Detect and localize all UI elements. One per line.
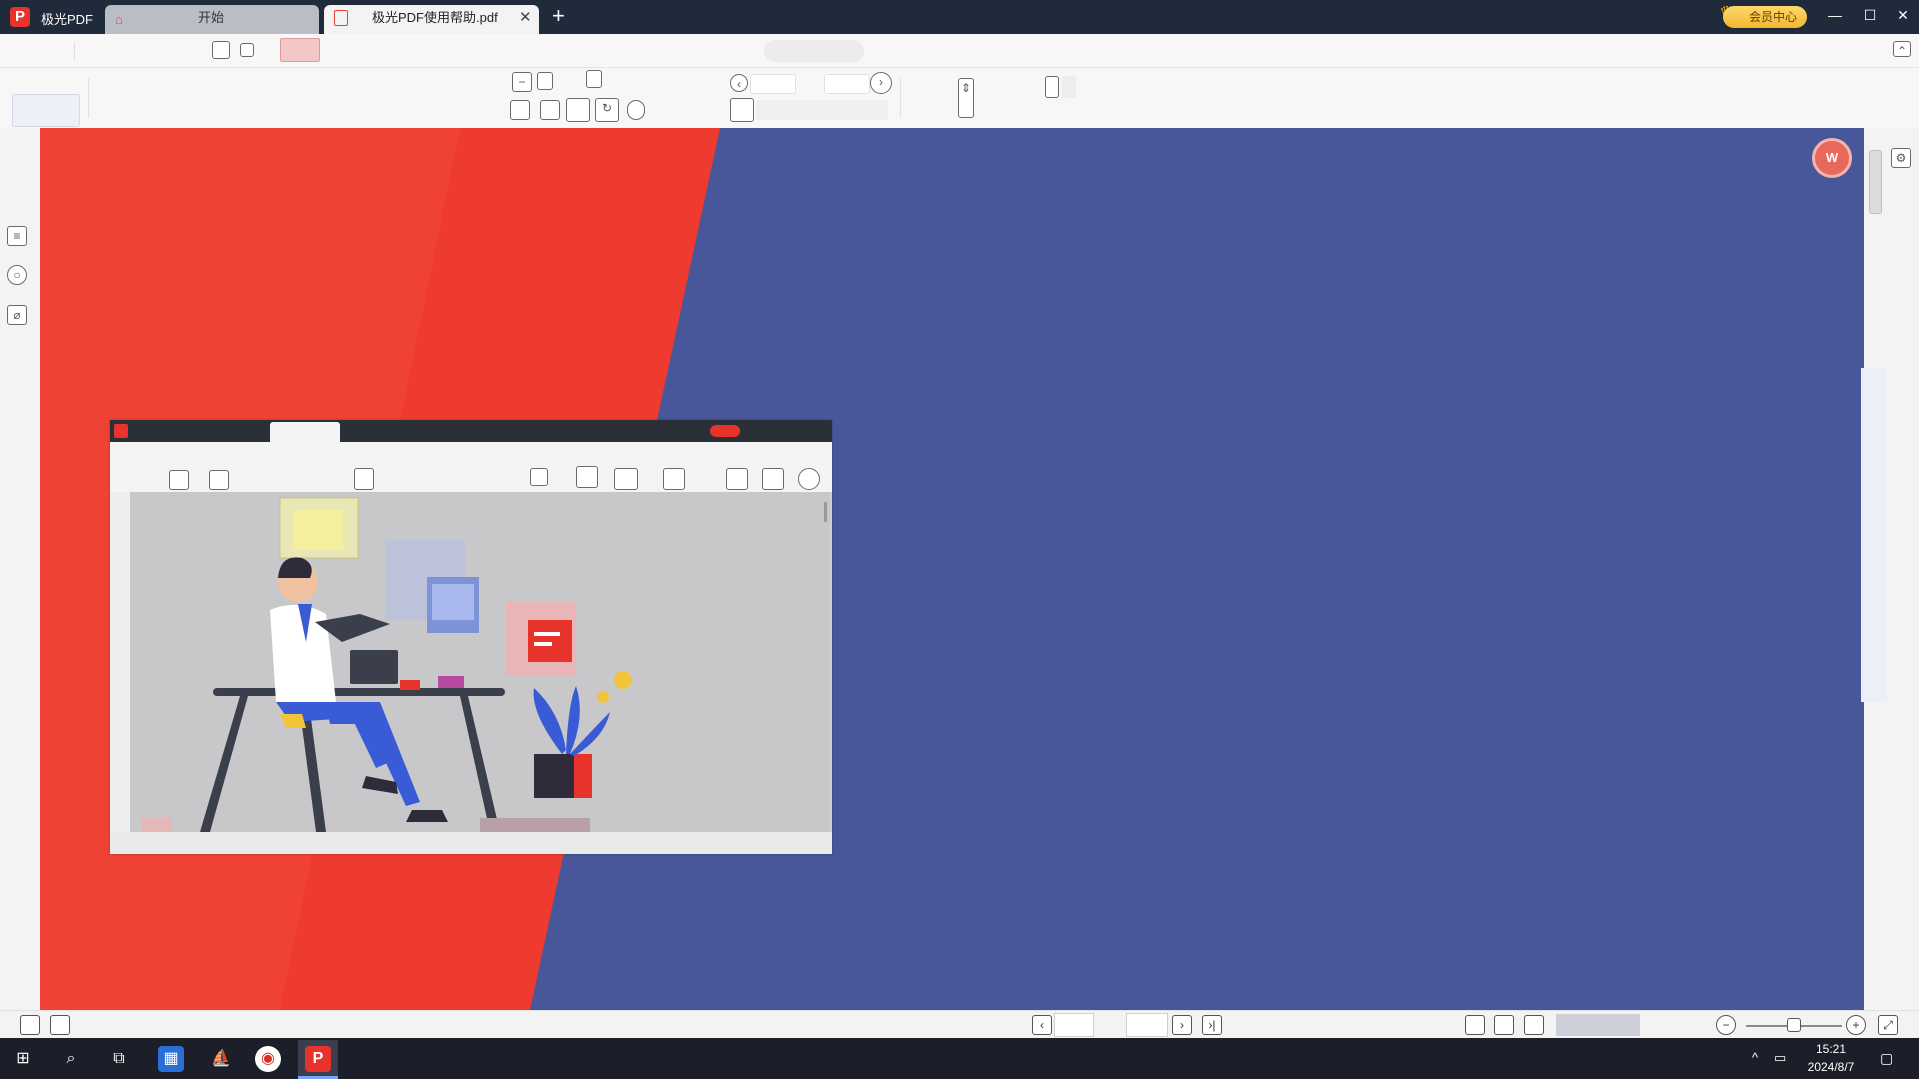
embedded-tool-icon <box>530 468 548 486</box>
first-page-icon[interactable]: ‹ <box>1032 1015 1052 1035</box>
minimize-icon[interactable]: — <box>1820 7 1850 23</box>
fit-width-icon[interactable] <box>1494 1015 1514 1035</box>
toolbar-option-group[interactable] <box>756 100 888 120</box>
bookmark-icon[interactable]: ≡ <box>7 226 27 246</box>
chrome-icon[interactable]: ◉ <box>255 1046 281 1072</box>
window-close-icon[interactable]: ✕ <box>1888 7 1918 24</box>
notification-icon[interactable]: ▢ <box>1880 1050 1893 1067</box>
continuous-view-icon[interactable] <box>566 98 590 122</box>
start-icon[interactable]: ⊞ <box>10 1046 36 1072</box>
page-number-field[interactable] <box>750 74 796 94</box>
tab-document-label: 极光PDF使用帮助.pdf <box>372 10 498 25</box>
embedded-tool-icon <box>576 466 598 488</box>
embedded-app-screenshot <box>110 420 832 854</box>
embedded-page <box>130 492 830 832</box>
windows-taskbar <box>0 1038 1919 1079</box>
ocr-icon[interactable] <box>627 100 645 120</box>
open-file-icon[interactable] <box>212 41 230 59</box>
left-sidebar <box>0 128 41 1010</box>
clock-date[interactable]: 2024/8/7 <box>1800 1060 1862 1074</box>
ai-assistant-icon[interactable]: W <box>1812 138 1852 178</box>
zoom-select-icon[interactable] <box>537 72 553 90</box>
fullscreen-icon[interactable]: ⤢ <box>1878 1015 1898 1035</box>
close-icon[interactable]: ✕ <box>519 8 532 26</box>
office-worker-illustration <box>142 497 632 832</box>
maximize-icon[interactable]: ☐ <box>1855 7 1885 24</box>
search-icon[interactable]: ○ <box>7 265 27 285</box>
pdf-file-icon <box>334 10 348 26</box>
next-page-icon[interactable]: › <box>870 72 892 94</box>
embedded-scrollbar <box>824 502 827 522</box>
zoom-out-icon[interactable]: − <box>1716 1015 1736 1035</box>
attachment-icon[interactable]: ⌀ <box>7 305 27 325</box>
menu-divider <box>74 42 75 60</box>
zoom-slider-handle[interactable] <box>1787 1018 1801 1032</box>
embedded-tool-icon <box>762 468 784 490</box>
settings-sliders-icon[interactable]: ⚙ <box>1891 148 1911 168</box>
zoom-in-icon[interactable] <box>586 70 602 88</box>
tab-home-label: 开始 <box>198 10 225 25</box>
page-total-field <box>824 74 870 94</box>
toolbar-divider <box>88 78 89 118</box>
double-page-view-icon[interactable] <box>540 100 560 120</box>
embedded-tool-icon <box>354 468 374 490</box>
zoom-percentage-field[interactable] <box>1556 1014 1640 1036</box>
single-page-icon[interactable] <box>20 1015 40 1035</box>
single-page-view-icon[interactable] <box>510 100 530 120</box>
search-box[interactable] <box>764 40 864 62</box>
plus-icon[interactable]: + <box>552 3 565 29</box>
highlight-color-swatch[interactable] <box>1062 76 1076 98</box>
embedded-vip-badge <box>710 425 740 437</box>
scroll-track[interactable] <box>1861 368 1887 702</box>
total-pages-field <box>1126 1013 1168 1037</box>
embedded-tool-icon <box>663 468 685 490</box>
embedded-tool-icon <box>726 468 748 490</box>
actual-size-icon[interactable] <box>1524 1015 1544 1035</box>
current-page-field[interactable] <box>1054 1013 1094 1037</box>
ship-app-icon[interactable]: ⛵ <box>208 1046 234 1072</box>
clock-time[interactable]: 15:21 <box>1806 1042 1856 1056</box>
taskview-icon[interactable]: ⧉ <box>106 1046 132 1072</box>
app-name: 极光PDF <box>41 12 94 27</box>
double-page-icon[interactable] <box>50 1015 70 1035</box>
app-store-icon[interactable]: ▦ <box>158 1046 184 1072</box>
prev-page-icon[interactable]: ‹ <box>730 74 748 92</box>
next-page-icon[interactable]: › <box>1172 1015 1192 1035</box>
highlight-tool-icon[interactable] <box>1045 76 1059 98</box>
tray-chevron-icon[interactable]: ^ <box>1752 1050 1758 1065</box>
toolbar-divider <box>900 78 901 118</box>
zoom-in-icon[interactable]: + <box>1846 1015 1866 1035</box>
pdf-app-icon[interactable]: P <box>305 1046 331 1072</box>
hand-tool-button[interactable] <box>12 94 80 127</box>
network-icon[interactable]: ▭ <box>1774 1050 1786 1066</box>
rotate-icon[interactable]: ↻ <box>595 98 619 122</box>
embedded-tool-icon <box>614 468 638 490</box>
vertical-scrollbar-thumb[interactable] <box>1869 150 1882 214</box>
home-icon: ⌂ <box>115 12 123 27</box>
embedded-tab <box>270 422 340 442</box>
search-icon[interactable]: ⌕ <box>58 1046 84 1072</box>
embedded-status-bar <box>110 832 832 854</box>
last-page-icon[interactable]: ›| <box>1202 1015 1222 1035</box>
embedded-sidebar <box>110 492 130 832</box>
embedded-logo-icon <box>114 424 128 438</box>
embedded-tool-icon <box>209 470 229 490</box>
fit-page-icon[interactable] <box>1465 1015 1485 1035</box>
document-properties-icon[interactable] <box>730 98 754 122</box>
zoom-out-icon[interactable]: − <box>512 72 532 92</box>
save-icon[interactable] <box>240 43 254 57</box>
embedded-tool-icon <box>169 470 189 490</box>
pdf-logo-icon: P <box>10 7 30 27</box>
active-menu-item[interactable] <box>280 38 320 62</box>
collapse-ribbon-icon[interactable]: ⌃ <box>1893 41 1911 58</box>
scroll-mode-icon[interactable]: ⇕ <box>958 78 974 118</box>
vip-center-button[interactable]: 会员中心 <box>1723 6 1807 28</box>
embedded-search-icon <box>798 468 820 490</box>
